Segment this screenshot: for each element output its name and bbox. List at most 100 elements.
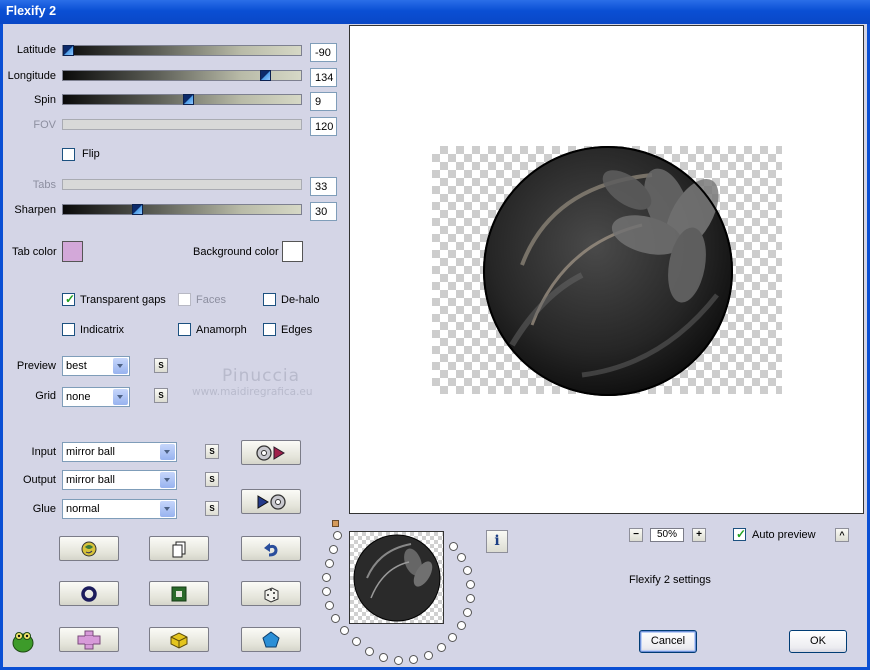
output-select[interactable]: mirror ball — [62, 470, 177, 490]
spin-value[interactable]: 9 — [310, 92, 337, 111]
glue-select[interactable]: normal — [62, 499, 177, 519]
arrow-disc-icon — [257, 493, 286, 510]
sharpen-slider[interactable] — [62, 204, 302, 215]
longitude-value[interactable]: 134 — [310, 68, 337, 87]
preview-select[interactable]: best — [62, 356, 130, 376]
navigator-thumbnail[interactable] — [349, 531, 444, 624]
zoom-out-button[interactable]: − — [629, 528, 643, 542]
ring-dot[interactable] — [409, 655, 418, 664]
cross-button[interactable] — [59, 627, 119, 652]
longitude-slider[interactable] — [62, 70, 302, 81]
ring-dot[interactable] — [340, 626, 349, 635]
de-halo-label: De-halo — [281, 294, 320, 306]
collapse-button[interactable]: ^ — [835, 528, 849, 542]
dice-button[interactable] — [241, 581, 301, 606]
frame-button[interactable] — [149, 581, 209, 606]
tab-color-swatch[interactable] — [62, 241, 83, 262]
cube-button[interactable] — [149, 627, 209, 652]
ring-dot[interactable] — [448, 633, 457, 642]
glue-label: Glue — [32, 503, 56, 515]
grid-s-button[interactable]: S — [154, 388, 168, 403]
ring-dot[interactable] — [449, 542, 458, 551]
zoom-level: 50% — [650, 528, 684, 542]
title-bar[interactable]: Flexify 2 — [0, 0, 870, 24]
anamorph-checkbox[interactable] — [178, 323, 191, 336]
sharpen-slider-thumb[interactable] — [132, 204, 143, 215]
ring-dot[interactable] — [325, 559, 334, 568]
background-color-label: Background color — [193, 246, 279, 258]
undo-button[interactable] — [241, 536, 301, 561]
info-button[interactable]: i — [486, 530, 508, 553]
longitude-slider-thumb[interactable] — [260, 70, 271, 81]
cancel-button[interactable]: Cancel — [639, 630, 697, 653]
ring-handle[interactable] — [332, 520, 339, 527]
ring-dot[interactable] — [322, 573, 331, 582]
pentagon-button[interactable] — [241, 627, 301, 652]
edges-checkbox[interactable] — [263, 323, 276, 336]
ring-dot[interactable] — [437, 643, 446, 652]
latitude-label: Latitude — [16, 44, 56, 56]
ring-dot[interactable] — [466, 594, 475, 603]
frog-logo-icon[interactable] — [10, 628, 36, 654]
de-halo-checkbox[interactable] — [263, 293, 276, 306]
arrow-to-disc-button[interactable] — [241, 489, 301, 514]
transparent-gaps-checkbox[interactable]: ✓ — [62, 292, 75, 306]
chevron-down-icon[interactable] — [160, 472, 175, 488]
ring-dot[interactable] — [329, 545, 338, 554]
ring-dot[interactable] — [379, 653, 388, 662]
chevron-down-icon[interactable] — [113, 389, 128, 405]
input-select[interactable]: mirror ball — [62, 442, 177, 462]
preview-s-button[interactable]: S — [154, 358, 168, 373]
chevron-down-icon[interactable] — [160, 501, 175, 517]
settings-caption: Flexify 2 settings — [629, 574, 711, 586]
chevron-down-icon[interactable] — [113, 358, 128, 374]
input-select-value: mirror ball — [66, 446, 115, 458]
grid-select[interactable]: none — [62, 387, 130, 407]
watermark-title: Pinuccia — [222, 366, 300, 386]
ring-dot[interactable] — [325, 601, 334, 610]
ring-dot[interactable] — [457, 621, 466, 630]
checkmark-icon: ✓ — [736, 527, 747, 541]
background-color-swatch[interactable] — [282, 241, 303, 262]
latitude-slider[interactable] — [62, 45, 302, 56]
sharpen-value[interactable]: 30 — [310, 202, 337, 221]
ring-dot[interactable] — [466, 580, 475, 589]
indicatrix-checkbox[interactable] — [62, 323, 75, 336]
randomize-button[interactable] — [59, 536, 119, 561]
preview-canvas[interactable] — [349, 25, 864, 514]
input-s-button[interactable]: S — [205, 444, 219, 459]
chevron-down-icon[interactable] — [160, 444, 175, 460]
input-label: Input — [31, 446, 56, 458]
copy-button[interactable] — [149, 536, 209, 561]
ring-dot[interactable] — [463, 608, 472, 617]
ring-dot[interactable] — [394, 656, 403, 665]
output-s-button[interactable]: S — [205, 472, 219, 487]
ring-button[interactable] — [59, 581, 119, 606]
ok-button[interactable]: OK — [789, 630, 847, 653]
ring-dot[interactable] — [424, 651, 433, 660]
zoom-in-button[interactable]: + — [692, 528, 706, 542]
glue-s-button[interactable]: S — [205, 501, 219, 516]
window-title: Flexify 2 — [6, 4, 57, 18]
spin-slider-thumb[interactable] — [183, 94, 194, 105]
spin-slider[interactable] — [62, 94, 302, 105]
ring-dot[interactable] — [352, 637, 361, 646]
grid-label: Grid — [35, 390, 56, 402]
indicatrix-label: Indicatrix — [80, 324, 125, 336]
ring-dot[interactable] — [365, 647, 374, 656]
flip-checkbox[interactable] — [62, 148, 75, 161]
auto-preview-checkbox[interactable]: ✓ — [733, 527, 747, 541]
ring-dot[interactable] — [463, 566, 472, 575]
ring-dot[interactable] — [331, 614, 340, 623]
ring-dot[interactable] — [322, 587, 331, 596]
auto-preview-label: Auto preview — [752, 529, 816, 541]
spin-label: Spin — [33, 94, 56, 106]
latitude-slider-thumb[interactable] — [63, 45, 74, 56]
mirror-ball-preview — [483, 146, 733, 396]
latitude-value[interactable]: -90 — [310, 43, 337, 62]
disc-to-arrow-button[interactable] — [241, 440, 301, 465]
ring-dot[interactable] — [333, 531, 342, 540]
ring-icon — [81, 585, 97, 602]
ring-dot[interactable] — [457, 553, 466, 562]
cross-icon — [77, 630, 101, 649]
